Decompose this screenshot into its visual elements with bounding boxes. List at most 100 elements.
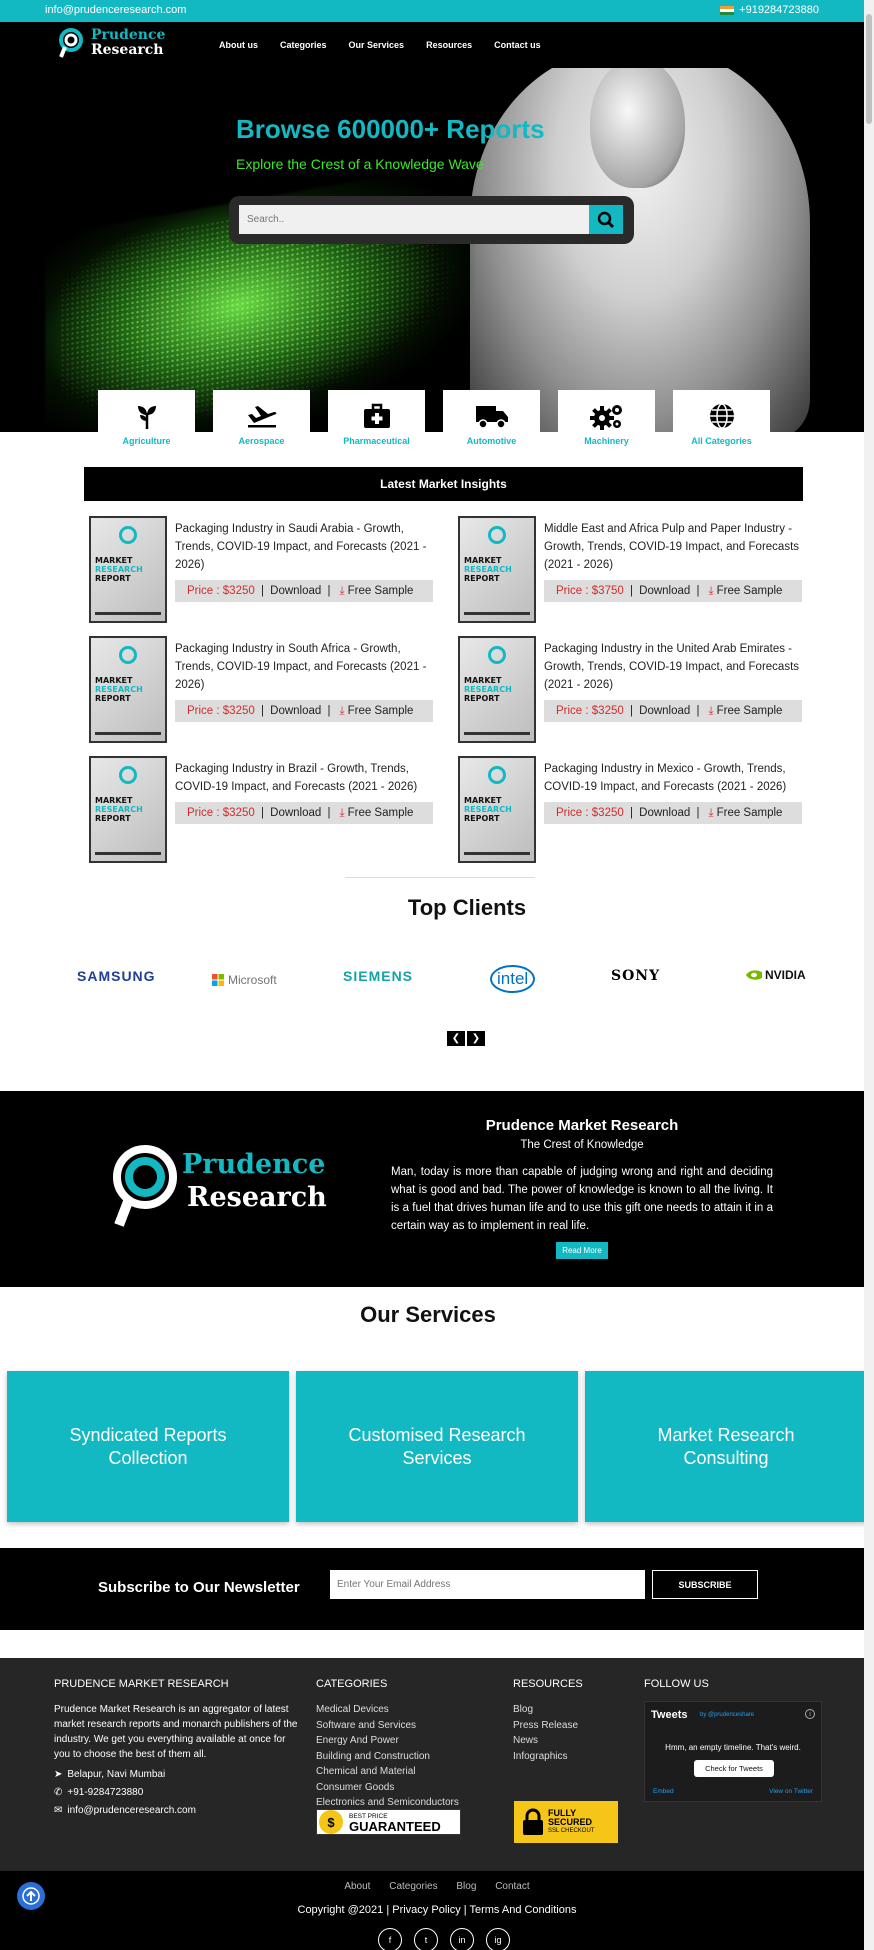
bottom-link-blog[interactable]: Blog [456, 1881, 476, 1892]
cover-line2: RESEARCH [464, 805, 512, 814]
footer-category-link[interactable]: Building and Construction [316, 1749, 459, 1765]
report-title[interactable]: Packaging Industry in Brazil - Growth, T… [175, 760, 440, 796]
download-link[interactable]: Download [270, 807, 321, 819]
cover-line2: RESEARCH [95, 685, 143, 694]
download-link[interactable]: Download [639, 807, 690, 819]
category-agriculture[interactable]: Agriculture [98, 390, 195, 452]
cover-line3: REPORT [464, 574, 500, 583]
free-sample-link[interactable]: Free Sample [717, 705, 783, 717]
newsletter-email-input[interactable] [330, 1570, 645, 1599]
download-link[interactable]: Download [639, 585, 690, 597]
footer-category-link[interactable]: Software and Services [316, 1718, 459, 1734]
phone-icon: ✆ [54, 1787, 63, 1798]
nav-menu: About us Categories Our Services Resourc… [219, 40, 541, 50]
footer-category-link[interactable]: Medical Devices [316, 1702, 459, 1718]
category-machinery[interactable]: Machinery [558, 390, 655, 452]
footer-phone[interactable]: ✆ +91-9284723880 [54, 1787, 298, 1798]
cover-line1: MARKET [464, 556, 502, 565]
logo-line1: Prudence [91, 27, 166, 43]
twitter-embed-link[interactable]: Embed [653, 1788, 674, 1795]
services-heading: Our Services [360, 1302, 496, 1327]
cover-bar [464, 732, 530, 735]
about-section: Prudence Research Prudence Market Resear… [0, 1091, 874, 1287]
download-link[interactable]: Download [270, 705, 321, 717]
twitter-by[interactable]: by @prudenceshare [700, 1712, 754, 1718]
free-sample-link[interactable]: Free Sample [348, 807, 414, 819]
bottom-link-about[interactable]: About [344, 1881, 370, 1892]
search-input[interactable] [239, 205, 589, 234]
twitter-icon[interactable]: t [414, 1928, 438, 1950]
footer-email[interactable]: ✉ info@prudenceresearch.com [54, 1805, 298, 1816]
linkedin-icon[interactable]: in [450, 1928, 474, 1950]
nav-categories[interactable]: Categories [280, 40, 327, 50]
nav-about[interactable]: About us [219, 40, 258, 50]
bottom-bar: About Categories Blog Contact Copyright … [0, 1871, 874, 1950]
report-cover-image[interactable]: MARKET RESEARCH REPORT [458, 516, 536, 623]
bottom-link-contact[interactable]: Contact [495, 1881, 529, 1892]
subscribe-button[interactable]: SUBSCRIBE [652, 1570, 758, 1599]
site-logo[interactable]: Prudence Research [57, 27, 165, 59]
magnifier-icon [119, 766, 137, 784]
facebook-icon[interactable]: f [378, 1928, 402, 1950]
truck-icon [475, 406, 508, 429]
report-card: MARKET RESEARCH REPORT Middle East and Afri… [458, 516, 818, 626]
free-sample-link[interactable]: Free Sample [717, 585, 783, 597]
download-link[interactable]: Download [270, 585, 321, 597]
hero-banner: Browse 600000+ Reports Explore the Crest… [0, 68, 864, 432]
nav-resources[interactable]: Resources [426, 40, 472, 50]
top-email-link[interactable]: info@prudenceresearch.com [45, 4, 186, 16]
nav-services[interactable]: Our Services [349, 40, 405, 50]
report-actions: Price : $3250 | Download | ⤓ Free Sample [175, 802, 433, 824]
info-icon[interactable]: i [805, 1709, 815, 1719]
free-sample-link[interactable]: Free Sample [348, 585, 414, 597]
footer-phone-text: +91-9284723880 [67, 1787, 144, 1798]
category-automotive[interactable]: Automotive [443, 390, 540, 452]
service-consulting[interactable]: Market Research Consulting [585, 1371, 867, 1522]
scrollbar-thumb[interactable] [866, 14, 872, 124]
category-all[interactable]: All Categories [673, 390, 770, 452]
footer-resource-link[interactable]: Blog [513, 1702, 583, 1718]
footer: PRUDENCE MARKET RESEARCH Prudence Market… [0, 1658, 874, 1871]
download-link[interactable]: Download [639, 705, 690, 717]
footer-category-link[interactable]: Chemical and Material [316, 1764, 459, 1780]
search-button[interactable] [589, 205, 623, 234]
footer-resource-link[interactable]: News [513, 1733, 583, 1749]
report-title[interactable]: Middle East and Africa Pulp and Paper In… [544, 520, 809, 574]
free-sample-link[interactable]: Free Sample [717, 807, 783, 819]
report-cover-image[interactable]: MARKET RESEARCH REPORT [458, 636, 536, 743]
category-aerospace[interactable]: Aerospace [213, 390, 310, 452]
footer-category-link[interactable]: Energy And Power [316, 1733, 459, 1749]
nav-contact[interactable]: Contact us [494, 40, 541, 50]
scroll-to-top-button[interactable] [17, 1882, 45, 1910]
report-cover-image[interactable]: MARKET RESEARCH REPORT [89, 636, 167, 743]
top-phone[interactable]: +919284723880 [720, 4, 819, 16]
page-scrollbar[interactable] [864, 0, 874, 1950]
footer-category-link[interactable]: Consumer Goods [316, 1780, 459, 1796]
category-pharmaceutical[interactable]: Pharmaceutical [328, 390, 425, 452]
report-title[interactable]: Packaging Industry in the United Arab Em… [544, 640, 809, 694]
report-cover-image[interactable]: MARKET RESEARCH REPORT [89, 756, 167, 863]
carousel-next-button[interactable]: ❯ [467, 1031, 485, 1046]
report-title[interactable]: Packaging Industry in South Africa - Gro… [175, 640, 440, 694]
report-cover-image[interactable]: MARKET RESEARCH REPORT [458, 756, 536, 863]
check-tweets-button[interactable]: Check for Tweets [694, 1760, 774, 1777]
free-sample-link[interactable]: Free Sample [348, 705, 414, 717]
report-title[interactable]: Packaging Industry in Saudi Arabia - Gro… [175, 520, 440, 574]
read-more-button[interactable]: Read More [556, 1242, 608, 1259]
service-customised-research[interactable]: Customised Research Services [296, 1371, 578, 1522]
separator: | [257, 705, 268, 717]
report-cover-image[interactable]: MARKET RESEARCH REPORT [89, 516, 167, 623]
twitter-view-link[interactable]: View on Twitter [769, 1788, 813, 1795]
service-syndicated-reports[interactable]: Syndicated Reports Collection [7, 1371, 289, 1522]
footer-resource-link[interactable]: Press Release [513, 1718, 583, 1734]
report-price: Price : $3250 [187, 807, 255, 819]
category-label: Machinery [584, 436, 629, 446]
instagram-icon[interactable]: ig [486, 1928, 510, 1950]
separator: | [257, 585, 268, 597]
carousel-prev-button[interactable]: ❮ [447, 1031, 465, 1046]
report-title[interactable]: Packaging Industry in Mexico - Growth, T… [544, 760, 809, 796]
separator: | [324, 585, 331, 597]
footer-resource-link[interactable]: Infographics [513, 1749, 583, 1765]
bottom-link-categories[interactable]: Categories [389, 1881, 437, 1892]
logo-text: Prudence Research [91, 28, 165, 58]
